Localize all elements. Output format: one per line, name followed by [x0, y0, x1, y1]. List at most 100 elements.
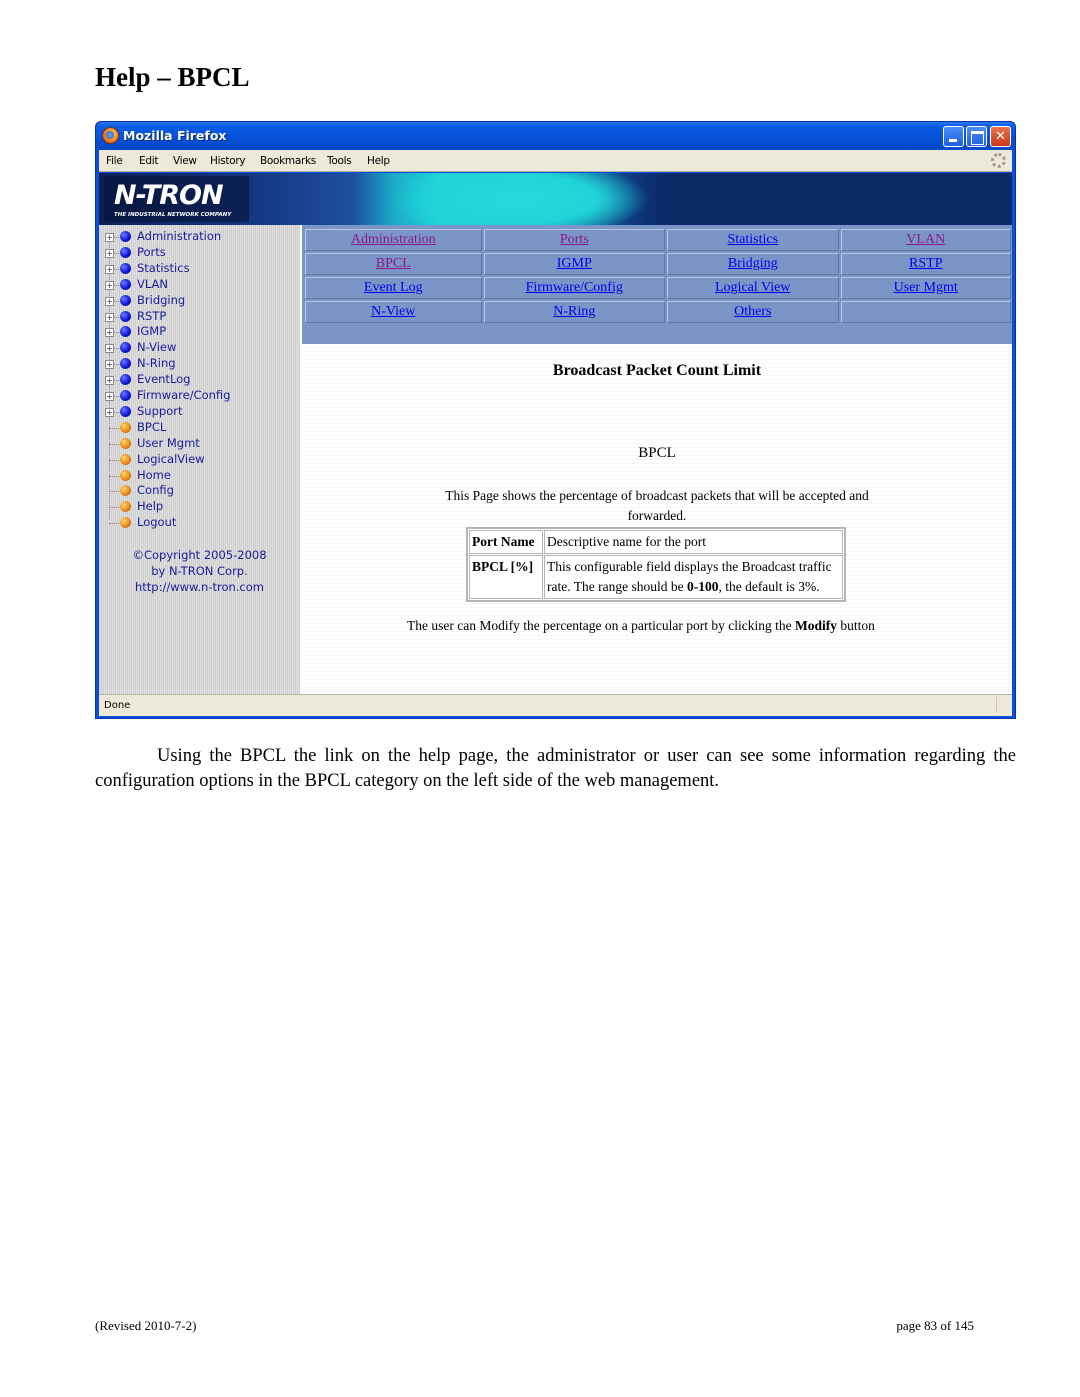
expand-icon[interactable]: + — [105, 296, 114, 306]
sidebar-item-home[interactable]: Home — [99, 468, 299, 484]
field-description-table: Port Name Descriptive name for the port … — [466, 527, 846, 602]
resize-grip[interactable] — [996, 697, 1010, 713]
page-viewport: N-TRON THE INDUSTRIAL NETWORK COMPANY + A… — [99, 173, 1012, 694]
nav-cell: RSTP — [840, 253, 1011, 275]
sidebar-item-label[interactable]: User Mgmt — [137, 436, 200, 450]
sidebar-item-label[interactable]: Logout — [137, 515, 176, 529]
page-heading: Broadcast Packet Count Limit — [552, 362, 762, 379]
sidebar-item-vlan[interactable]: + VLAN — [99, 277, 299, 293]
nav-row: Event Log Firmware/Config Logical View User… — [305, 277, 1011, 299]
blue-bullet-icon — [120, 310, 131, 322]
menu-help[interactable]: Help — [367, 155, 390, 167]
expand-icon[interactable]: + — [105, 312, 114, 322]
logo-text: N-TRON — [114, 180, 224, 211]
sidebar-item-label[interactable]: LogicalView — [137, 452, 205, 466]
expand-icon[interactable]: + — [105, 248, 114, 258]
nav-link-event-log[interactable]: Event Log — [364, 280, 423, 295]
sidebar-item-label[interactable]: N-View — [137, 340, 176, 354]
sidebar-item-label[interactable]: BPCL — [137, 420, 166, 434]
expand-icon[interactable]: + — [105, 264, 114, 274]
nav-cell: Administration — [305, 229, 482, 251]
minimize-button[interactable] — [943, 126, 964, 147]
menu-view[interactable]: View — [173, 155, 197, 167]
orange-bullet-icon — [120, 437, 131, 449]
nav-row: N-View N-Ring Others — [305, 301, 1011, 323]
sidebar-item-bpcl[interactable]: BPCL — [99, 420, 299, 436]
expand-icon[interactable]: + — [105, 376, 114, 386]
expand-icon[interactable]: + — [105, 392, 114, 401]
sidebar-item-config[interactable]: Config — [99, 483, 299, 499]
intro-text: This Page shows the percentage of broadc… — [445, 488, 869, 523]
sidebar-item-label[interactable]: Bridging — [137, 293, 185, 307]
nav-link-administration[interactable]: Administration — [351, 232, 436, 247]
nav-link-ports[interactable]: Ports — [560, 232, 589, 247]
sidebar-item-help[interactable]: Help — [99, 499, 299, 515]
nav-link-igmp[interactable]: IGMP — [557, 256, 592, 271]
expand-icon[interactable]: + — [105, 233, 114, 242]
nav-menu: Administration Ports Statistics VLAN BPCL IGM… — [302, 225, 1012, 344]
sidebar-item-statistics[interactable]: + Statistics — [99, 261, 299, 277]
expand-icon[interactable]: + — [105, 328, 114, 338]
sidebar-item-eventlog[interactable]: + EventLog — [99, 372, 299, 388]
sidebar-item-administration[interactable]: + Administration — [99, 229, 299, 245]
expand-icon[interactable]: + — [105, 344, 114, 354]
sidebar-item-rstp[interactable]: + RSTP — [99, 309, 299, 325]
sidebar-item-label[interactable]: N-Ring — [137, 356, 176, 370]
menu-edit[interactable]: Edit — [139, 155, 158, 167]
sidebar-item-label[interactable]: Help — [137, 499, 163, 513]
sidebar-item-bridging[interactable]: + Bridging — [99, 293, 299, 309]
sidebar-item-igmp[interactable]: + IGMP — [99, 324, 299, 340]
sidebar-item-label[interactable]: Administration — [137, 229, 221, 243]
sidebar-item-logicalview[interactable]: LogicalView — [99, 452, 299, 468]
expand-icon[interactable]: + — [105, 280, 114, 290]
close-button[interactable]: ✕ — [990, 126, 1011, 147]
maximize-button[interactable] — [966, 126, 987, 147]
field-description: Descriptive name for the port — [544, 530, 843, 554]
nav-link-logical-view[interactable]: Logical View — [715, 280, 791, 295]
nav-link-user-mgmt[interactable]: User Mgmt — [894, 280, 958, 295]
banner: N-TRON THE INDUSTRIAL NETWORK COMPANY — [99, 173, 1012, 225]
range-value: 0-100 — [686, 579, 719, 594]
sidebar-item-label[interactable]: VLAN — [137, 277, 168, 291]
sidebar-item-label[interactable]: Statistics — [137, 261, 190, 275]
menu-file[interactable]: File — [106, 155, 123, 167]
nav-link-bridging[interactable]: Bridging — [728, 256, 778, 271]
sidebar-item-label[interactable]: IGMP — [137, 324, 166, 338]
sidebar-item-label[interactable]: Support — [137, 404, 182, 418]
expand-icon[interactable]: + — [105, 360, 114, 370]
sidebar-item-label[interactable]: RSTP — [137, 309, 166, 323]
sidebar-item-label[interactable]: Config — [137, 483, 174, 497]
nav-link-rstp[interactable]: RSTP — [909, 256, 942, 271]
sidebar-item-label[interactable]: EventLog — [137, 372, 191, 386]
menu-tools[interactable]: Tools — [327, 155, 352, 167]
nav-cell: BPCL — [305, 253, 482, 275]
nav-cell: Firmware/Config — [483, 277, 666, 299]
nav-link-n-view[interactable]: N-View — [371, 304, 415, 319]
nav-link-others[interactable]: Others — [734, 304, 771, 319]
expand-icon[interactable]: + — [105, 407, 114, 417]
nav-link-statistics[interactable]: Statistics — [727, 232, 778, 247]
nav-link-firmware-config[interactable]: Firmware/Config — [526, 280, 623, 295]
sidebar-item-support[interactable]: + Support — [99, 404, 299, 420]
sidebar-item-label[interactable]: Home — [137, 468, 171, 482]
website-link[interactable]: http://www.n-tron.com — [99, 579, 300, 595]
nav-link-bpcl[interactable]: BPCL — [376, 256, 411, 271]
sidebar-item-user-mgmt[interactable]: User Mgmt — [99, 436, 299, 452]
sidebar-item-label[interactable]: Firmware/Config — [137, 388, 230, 402]
sidebar-item-logout[interactable]: Logout — [99, 515, 299, 531]
table-row: Port Name Descriptive name for the port — [469, 530, 843, 554]
sidebar-item-firmware-config[interactable]: + Firmware/Config — [99, 388, 299, 404]
menu-history[interactable]: History — [210, 155, 246, 167]
orange-bullet-icon — [120, 421, 131, 433]
desc-text: , the default is 3%. — [718, 579, 820, 594]
sidebar-item-ports[interactable]: + Ports — [99, 245, 299, 261]
nav-link-n-ring[interactable]: N-Ring — [553, 304, 595, 319]
blue-bullet-icon — [120, 405, 131, 417]
nav-link-vlan[interactable]: VLAN — [906, 232, 945, 247]
sidebar-item-n-ring[interactable]: + N-Ring — [99, 356, 299, 372]
sidebar-item-n-view[interactable]: + N-View — [99, 340, 299, 356]
field-name: Port Name — [469, 530, 543, 554]
menu-bookmarks[interactable]: Bookmarks — [260, 155, 316, 167]
revision-footer: (Revised 2010-7-2) — [95, 1318, 197, 1333]
sidebar-item-label[interactable]: Ports — [137, 245, 166, 259]
